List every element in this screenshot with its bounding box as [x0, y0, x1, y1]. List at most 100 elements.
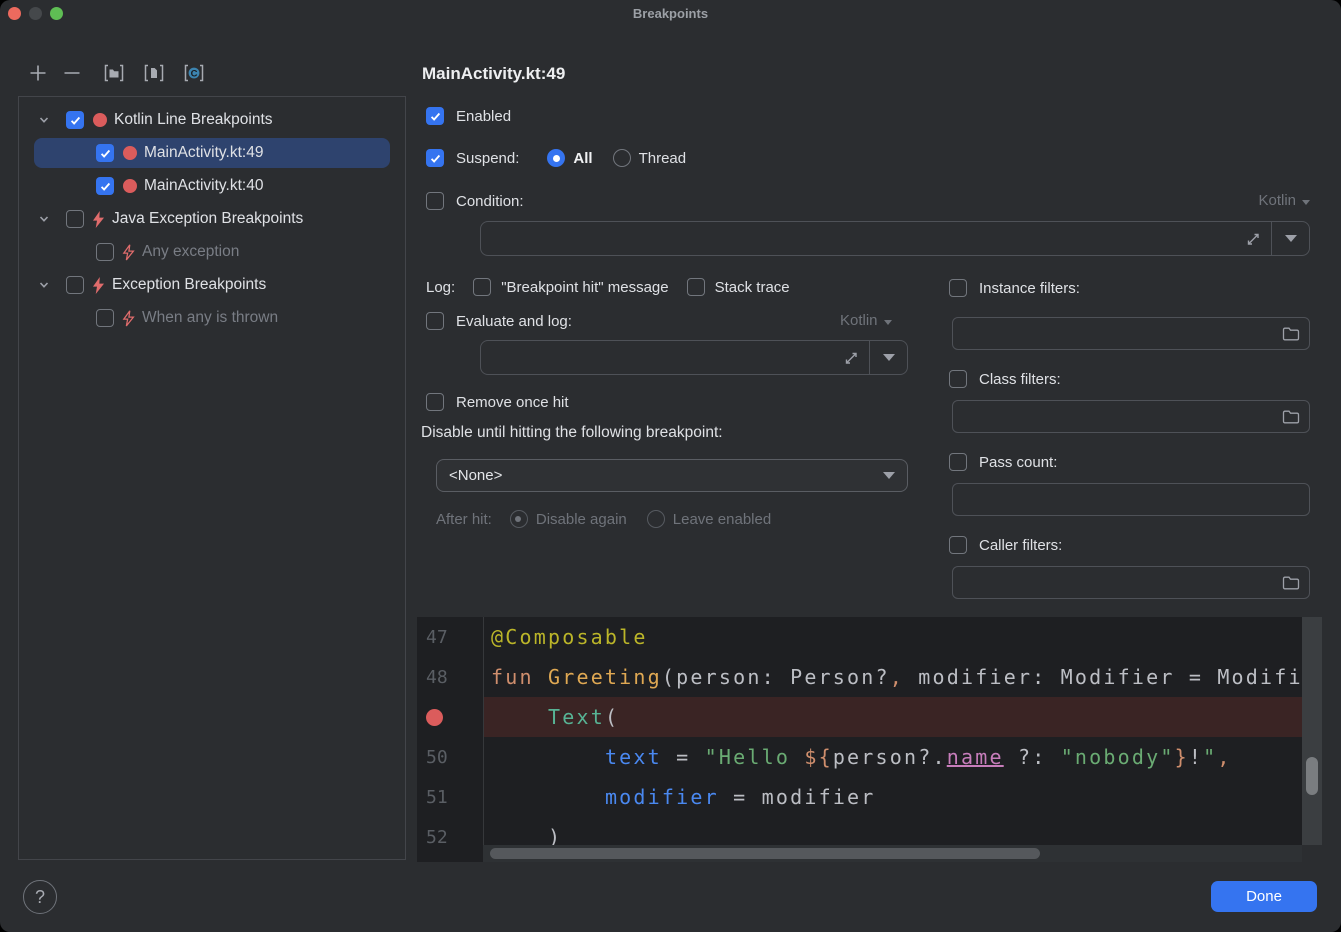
breakpoint-hit-message-label: "Breakpoint hit" message [501, 279, 668, 296]
group-by-package-button[interactable] [103, 61, 125, 85]
code-preview: 47 @Composable 48 fun Greeting(person: P… [417, 617, 1322, 862]
evaluate-field-group [480, 340, 908, 375]
instance-filters-field[interactable] [952, 317, 1310, 350]
breakpoint-hit-message-checkbox[interactable] [473, 278, 491, 296]
tree-item-label: MainActivity.kt:49 [144, 144, 263, 162]
tree-checkbox[interactable] [66, 210, 84, 228]
evaluate-input[interactable] [481, 341, 833, 374]
dropdown-arrow-icon [1285, 235, 1297, 242]
enabled-row: Enabled [426, 106, 511, 126]
condition-language-selector[interactable]: Kotlin [1258, 192, 1310, 209]
instance-filters-checkbox[interactable] [949, 279, 967, 297]
pass-count-checkbox[interactable] [949, 453, 967, 471]
condition-checkbox[interactable] [426, 192, 444, 210]
group-by-class-button[interactable]: C [183, 61, 205, 85]
chevron-down-icon[interactable] [38, 114, 51, 127]
folder-icon[interactable] [1282, 409, 1300, 425]
tree-item-exception-breakpoints[interactable]: Exception Breakpoints [34, 270, 390, 300]
svg-text:C: C [191, 68, 198, 79]
class-filters-checkbox[interactable] [949, 370, 967, 388]
disable-again-radio [510, 510, 528, 528]
suspend-checkbox[interactable] [426, 149, 444, 167]
help-label: ? [35, 887, 45, 908]
tree-item-mainactivity-40[interactable]: MainActivity.kt:40 [34, 171, 390, 201]
group-by-package-icon [103, 62, 125, 84]
code-token: modifier: Modifier = Modifier) { [904, 665, 1322, 689]
code-token: modifier [605, 785, 719, 809]
chevron-down-icon[interactable] [38, 279, 51, 292]
tree-checkbox[interactable] [96, 177, 114, 195]
class-filters-row: Class filters: [949, 369, 1061, 389]
enabled-checkbox[interactable] [426, 107, 444, 125]
tree-checkbox[interactable] [96, 144, 114, 162]
tree-item-any-exception[interactable]: Any exception [34, 237, 390, 267]
pass-count-field[interactable] [952, 483, 1310, 516]
tree-checkbox[interactable] [96, 309, 114, 327]
breakpoint-dot-icon [123, 146, 137, 160]
breakpoint-dot-icon [93, 113, 107, 127]
tree-checkbox[interactable] [66, 276, 84, 294]
tree-item-mainactivity-49[interactable]: MainActivity.kt:49 [34, 138, 390, 168]
evaluate-language-selector[interactable]: Kotlin [840, 312, 892, 329]
suspend-all-label: All [573, 150, 592, 167]
class-filters-field[interactable] [952, 400, 1310, 433]
help-button[interactable]: ? [23, 880, 57, 914]
caller-filters-checkbox[interactable] [949, 536, 967, 554]
stack-trace-checkbox[interactable] [687, 278, 705, 296]
tree-item-java-exception-breakpoints[interactable]: Java Exception Breakpoints [34, 204, 390, 234]
condition-label: Condition: [456, 193, 524, 210]
breakpoint-dot-icon[interactable] [426, 709, 443, 726]
vertical-scrollbar[interactable] [1302, 617, 1322, 845]
tree-checkbox[interactable] [66, 111, 84, 129]
evaluate-and-log-checkbox[interactable] [426, 312, 444, 330]
done-button[interactable]: Done [1211, 881, 1317, 912]
evaluate-history-dropdown-button[interactable] [870, 354, 907, 361]
folder-icon[interactable] [1282, 326, 1300, 342]
horizontal-scrollbar[interactable] [483, 845, 1302, 862]
group-by-class-icon: C [183, 62, 205, 84]
code-line: 51 modifier = modifier [417, 777, 1322, 817]
code-token: modifier [762, 785, 876, 809]
breakpoint-gutter[interactable] [417, 697, 483, 737]
tree-item-when-any-is-thrown[interactable]: When any is thrown [34, 303, 390, 333]
condition-input[interactable] [481, 222, 1235, 255]
after-hit-row: After hit: Disable again Leave enabled [436, 509, 771, 529]
remove-once-hit-checkbox[interactable] [426, 393, 444, 411]
code-token: ${ [804, 745, 832, 769]
title-bar: Breakpoints [0, 0, 1341, 27]
scrollbar-corner [1302, 845, 1322, 862]
caller-filters-field[interactable] [952, 566, 1310, 599]
expand-icon[interactable] [833, 350, 869, 366]
breakpoints-tree: Kotlin Line Breakpoints MainActivity.kt:… [18, 96, 406, 860]
tree-checkbox[interactable] [96, 243, 114, 261]
folder-icon[interactable] [1282, 575, 1300, 591]
horizontal-scrollbar-thumb[interactable] [490, 848, 1040, 859]
suspend-thread-radio[interactable] [613, 149, 631, 167]
code-token [491, 785, 605, 809]
remove-breakpoint-button[interactable] [61, 61, 83, 85]
after-hit-label: After hit: [436, 511, 492, 528]
code-token: = [719, 785, 762, 809]
suspend-label: Suspend: [456, 150, 519, 167]
minus-icon [62, 63, 82, 83]
tree-item-label: When any is thrown [142, 309, 278, 327]
tree-item-label: Exception Breakpoints [112, 276, 266, 294]
expand-icon[interactable] [1235, 231, 1271, 247]
tree-item-kotlin-line-breakpoints[interactable]: Kotlin Line Breakpoints [34, 105, 390, 135]
code-token: @Composable [491, 625, 648, 649]
code-token: person?. [833, 745, 947, 769]
group-by-file-button[interactable] [143, 61, 165, 85]
exception-bolt-muted-icon [122, 310, 135, 327]
suspend-all-radio[interactable] [547, 149, 565, 167]
code-token: , [1217, 745, 1231, 769]
leave-enabled-radio [647, 510, 665, 528]
vertical-scrollbar-thumb[interactable] [1306, 757, 1318, 795]
line-number: 51 [417, 777, 483, 817]
done-label: Done [1246, 888, 1282, 905]
add-breakpoint-button[interactable] [27, 61, 49, 85]
chevron-down-icon[interactable] [38, 213, 51, 226]
condition-history-dropdown-button[interactable] [1272, 235, 1309, 242]
pass-count-row: Pass count: [949, 452, 1057, 472]
disable-until-combobox[interactable]: <None> [436, 459, 908, 492]
code-line: 47 @Composable [417, 617, 1322, 657]
